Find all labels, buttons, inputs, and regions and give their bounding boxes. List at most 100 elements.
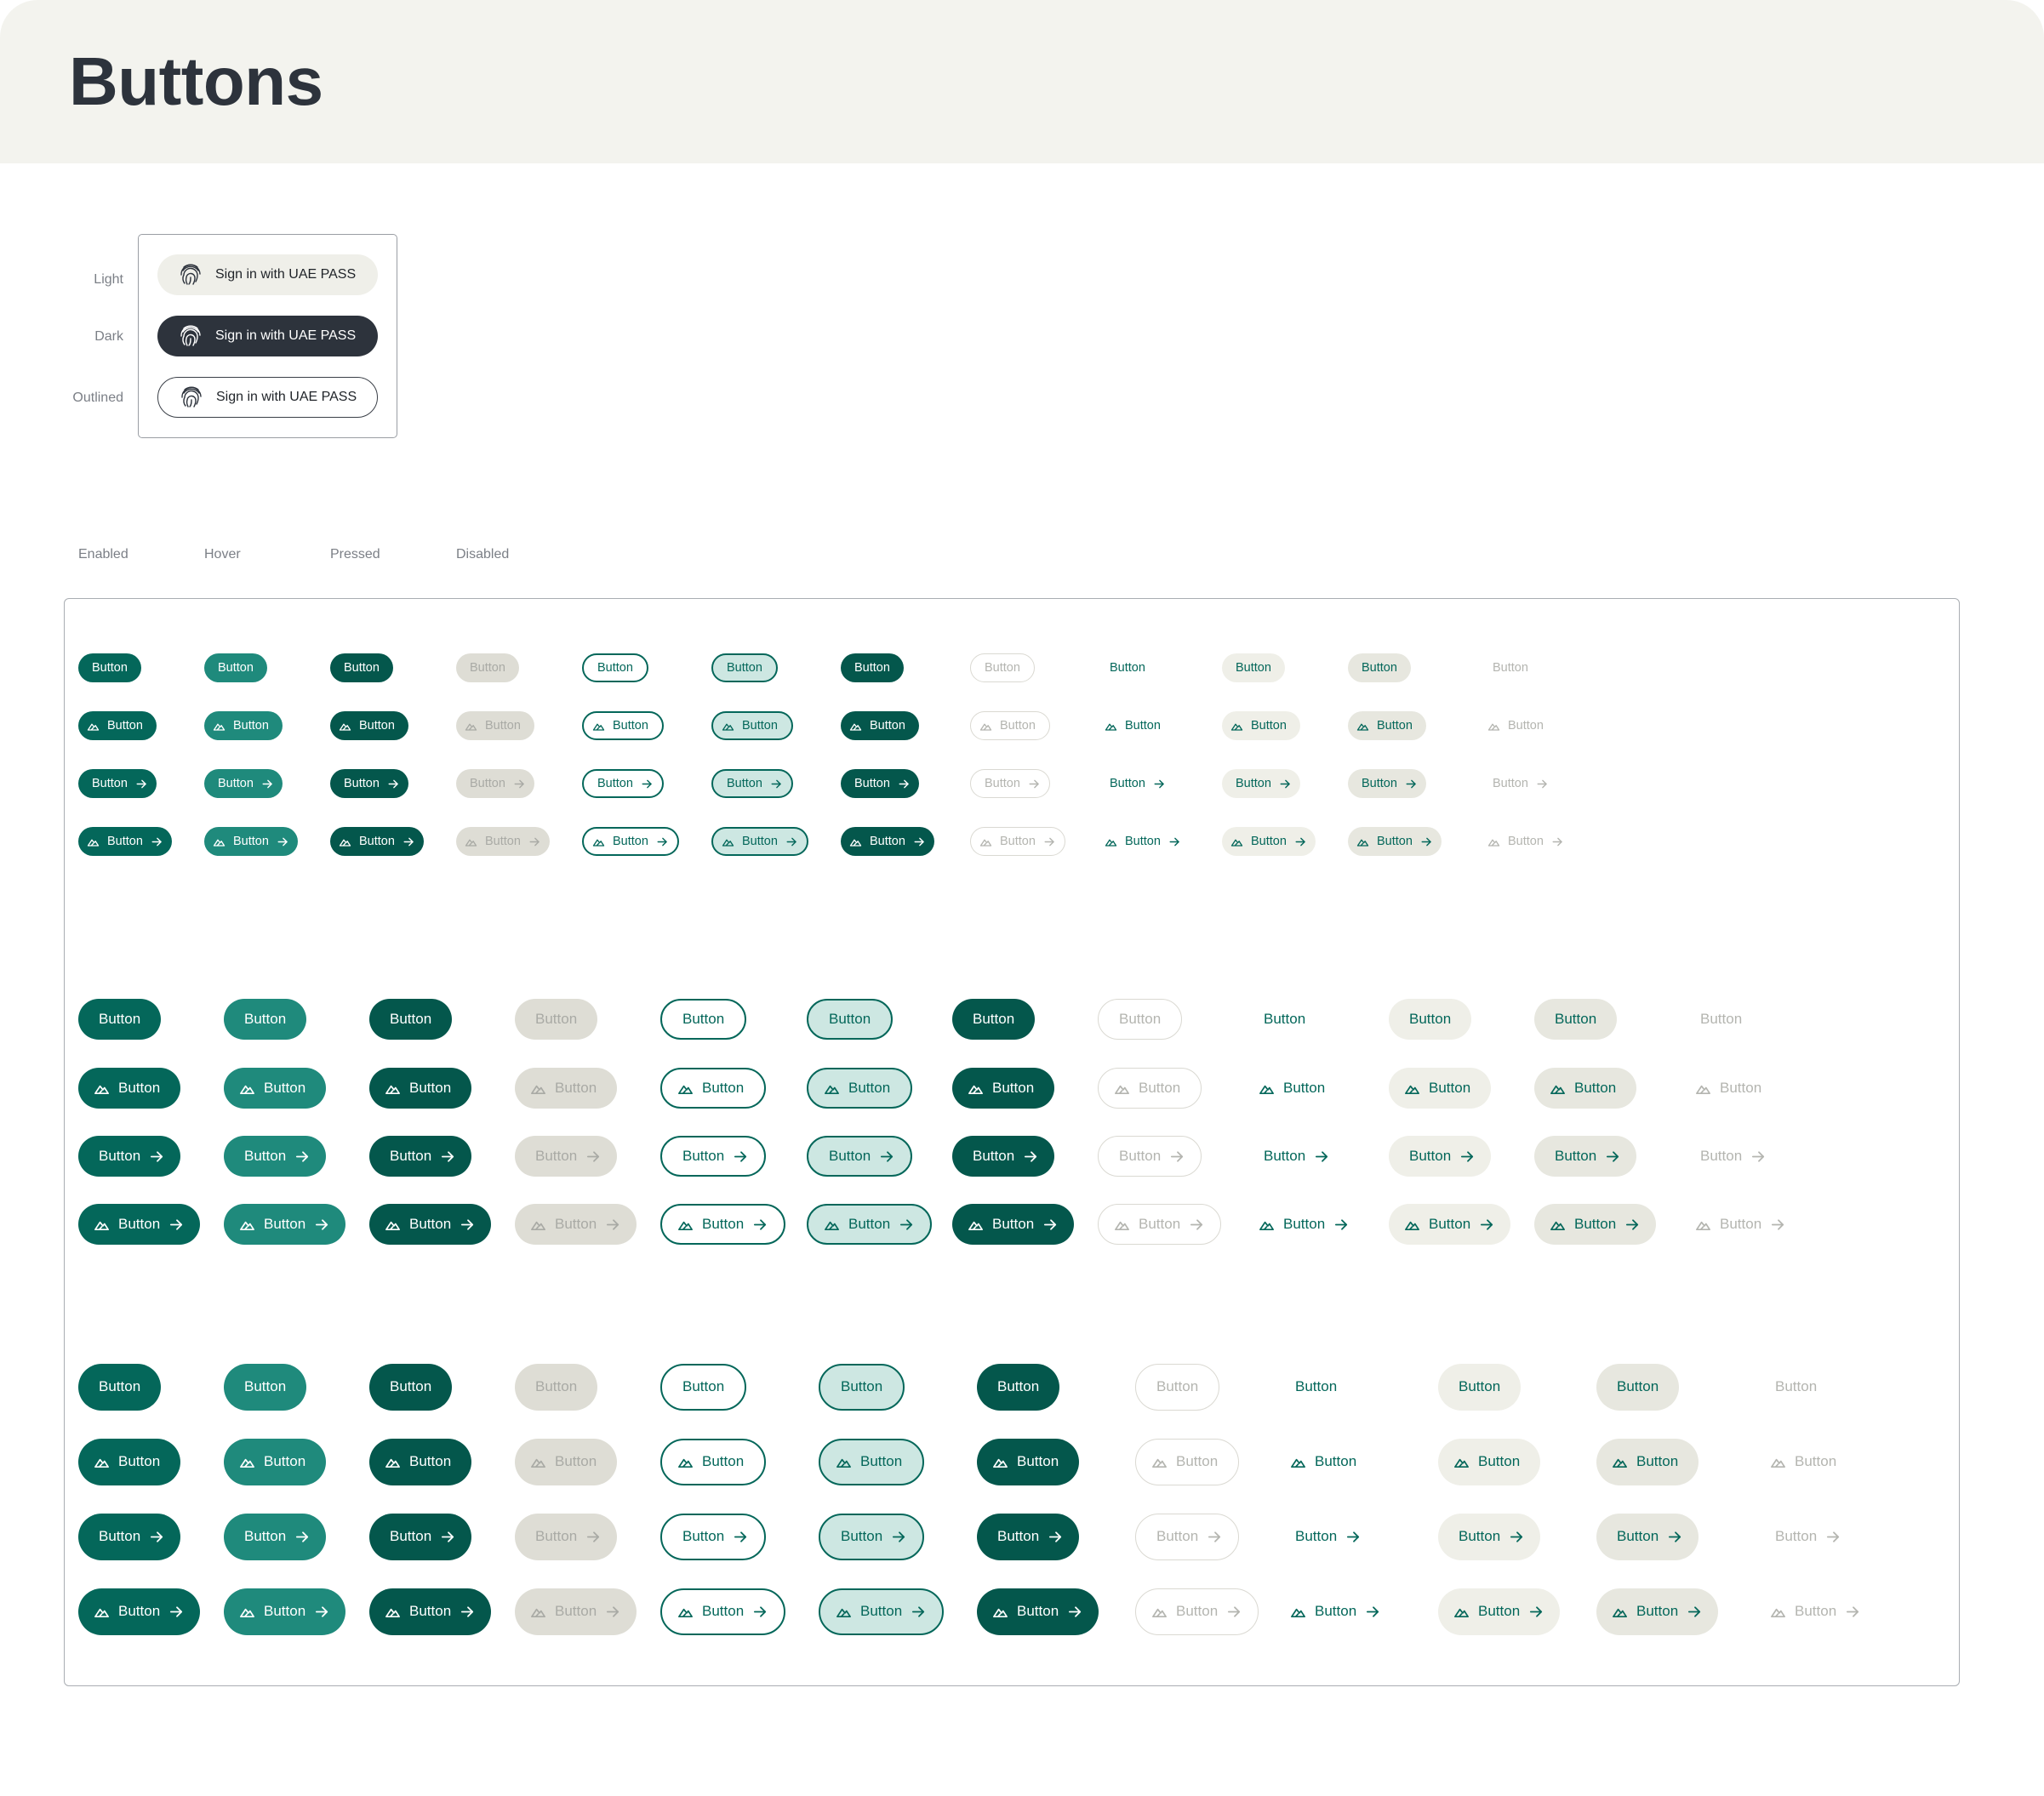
button-text-hover-large-trailing-icon[interactable]: Button bbox=[1438, 1513, 1541, 1560]
button-text-pressed-large-both-icons[interactable]: Button bbox=[1596, 1588, 1719, 1635]
button-outlined-hover-small-leading-icon[interactable]: Button bbox=[711, 711, 793, 740]
button-outlined-pressed-large-leading-icon[interactable]: Button bbox=[977, 1438, 1080, 1485]
button-outlined-pressed-medium-trailing-icon[interactable]: Button bbox=[952, 1136, 1055, 1177]
button-filled-pressed-small-both-icons[interactable]: Button bbox=[330, 827, 424, 856]
button-filled-hover-medium-leading-icon[interactable]: Button bbox=[224, 1068, 327, 1109]
button-filled-enabled-medium-both-icons[interactable]: Button bbox=[78, 1204, 201, 1245]
button-filled-hover-large-leading-icon[interactable]: Button bbox=[224, 1438, 327, 1485]
button-text-hover-medium-leading-icon[interactable]: Button bbox=[1389, 1068, 1492, 1109]
button-text-hover-medium-text-only[interactable]: Button bbox=[1389, 999, 1472, 1040]
button-filled-pressed-medium-both-icons[interactable]: Button bbox=[369, 1204, 492, 1245]
button-filled-hover-medium-trailing-icon[interactable]: Button bbox=[224, 1136, 327, 1177]
button-text-hover-large-both-icons[interactable]: Button bbox=[1438, 1588, 1561, 1635]
button-filled-enabled-small-text-only[interactable]: Button bbox=[78, 653, 141, 682]
button-text-enabled-medium-leading-icon[interactable]: Button bbox=[1243, 1068, 1345, 1109]
button-outlined-hover-small-text-only[interactable]: Button bbox=[711, 653, 778, 682]
button-filled-enabled-medium-leading-icon[interactable]: Button bbox=[78, 1068, 181, 1109]
button-outlined-hover-medium-text-only[interactable]: Button bbox=[807, 999, 894, 1040]
button-outlined-enabled-medium-leading-icon[interactable]: Button bbox=[660, 1068, 767, 1109]
button-text-enabled-medium-both-icons[interactable]: Button bbox=[1243, 1204, 1365, 1245]
button-filled-enabled-large-leading-icon[interactable]: Button bbox=[78, 1438, 181, 1485]
button-text-hover-small-both-icons[interactable]: Button bbox=[1222, 827, 1316, 856]
button-text-enabled-small-both-icons[interactable]: Button bbox=[1096, 827, 1190, 856]
button-outlined-hover-large-leading-icon[interactable]: Button bbox=[819, 1438, 925, 1485]
button-text-hover-medium-trailing-icon[interactable]: Button bbox=[1389, 1136, 1492, 1177]
button-filled-pressed-medium-leading-icon[interactable]: Button bbox=[369, 1068, 472, 1109]
button-outlined-pressed-medium-text-only[interactable]: Button bbox=[952, 999, 1036, 1040]
button-outlined-hover-large-text-only[interactable]: Button bbox=[819, 1363, 905, 1411]
button-text-enabled-medium-text-only[interactable]: Button bbox=[1243, 999, 1326, 1040]
button-filled-hover-small-trailing-icon[interactable]: Button bbox=[204, 769, 283, 798]
button-outlined-pressed-small-text-only[interactable]: Button bbox=[841, 653, 904, 682]
button-text-enabled-small-leading-icon[interactable]: Button bbox=[1096, 711, 1174, 740]
button-filled-enabled-large-text-only[interactable]: Button bbox=[78, 1363, 162, 1411]
button-filled-enabled-small-leading-icon[interactable]: Button bbox=[78, 711, 157, 740]
button-outlined-pressed-medium-both-icons[interactable]: Button bbox=[952, 1204, 1075, 1245]
button-text-hover-large-text-only[interactable]: Button bbox=[1438, 1363, 1522, 1411]
button-outlined-enabled-large-both-icons[interactable]: Button bbox=[660, 1588, 786, 1635]
button-text-pressed-medium-text-only[interactable]: Button bbox=[1534, 999, 1618, 1040]
button-outlined-enabled-small-leading-icon[interactable]: Button bbox=[582, 711, 664, 740]
button-text-pressed-small-text-only[interactable]: Button bbox=[1348, 653, 1411, 682]
button-filled-enabled-large-both-icons[interactable]: Button bbox=[78, 1588, 201, 1635]
button-filled-enabled-large-trailing-icon[interactable]: Button bbox=[78, 1513, 181, 1560]
button-text-hover-small-leading-icon[interactable]: Button bbox=[1222, 711, 1300, 740]
button-outlined-enabled-large-leading-icon[interactable]: Button bbox=[660, 1438, 767, 1485]
button-outlined-hover-medium-trailing-icon[interactable]: Button bbox=[807, 1136, 913, 1177]
button-text-pressed-medium-trailing-icon[interactable]: Button bbox=[1534, 1136, 1637, 1177]
button-outlined-pressed-large-both-icons[interactable]: Button bbox=[977, 1588, 1099, 1635]
button-filled-pressed-medium-trailing-icon[interactable]: Button bbox=[369, 1136, 472, 1177]
button-text-pressed-medium-both-icons[interactable]: Button bbox=[1534, 1204, 1657, 1245]
button-filled-hover-small-text-only[interactable]: Button bbox=[204, 653, 267, 682]
button-outlined-enabled-small-trailing-icon[interactable]: Button bbox=[582, 769, 664, 798]
button-text-hover-small-trailing-icon[interactable]: Button bbox=[1222, 769, 1300, 798]
button-outlined-enabled-large-text-only[interactable]: Button bbox=[660, 1363, 747, 1411]
button-filled-pressed-large-leading-icon[interactable]: Button bbox=[369, 1438, 472, 1485]
button-outlined-hover-large-trailing-icon[interactable]: Button bbox=[819, 1513, 925, 1560]
button-text-enabled-small-text-only[interactable]: Button bbox=[1096, 653, 1159, 682]
button-text-enabled-large-text-only[interactable]: Button bbox=[1275, 1364, 1357, 1411]
button-filled-hover-small-leading-icon[interactable]: Button bbox=[204, 711, 283, 740]
button-outlined-enabled-small-text-only[interactable]: Button bbox=[582, 653, 648, 682]
button-filled-pressed-small-trailing-icon[interactable]: Button bbox=[330, 769, 408, 798]
button-outlined-hover-small-both-icons[interactable]: Button bbox=[711, 827, 808, 856]
button-filled-enabled-medium-text-only[interactable]: Button bbox=[78, 999, 162, 1040]
button-filled-pressed-small-text-only[interactable]: Button bbox=[330, 653, 393, 682]
button-filled-pressed-medium-text-only[interactable]: Button bbox=[369, 999, 453, 1040]
button-filled-hover-medium-both-icons[interactable]: Button bbox=[224, 1204, 346, 1245]
button-text-enabled-large-both-icons[interactable]: Button bbox=[1275, 1588, 1396, 1635]
button-outlined-pressed-large-trailing-icon[interactable]: Button bbox=[977, 1513, 1080, 1560]
button-outlined-enabled-large-trailing-icon[interactable]: Button bbox=[660, 1513, 767, 1560]
button-outlined-enabled-medium-trailing-icon[interactable]: Button bbox=[660, 1136, 767, 1177]
button-text-enabled-large-leading-icon[interactable]: Button bbox=[1275, 1439, 1377, 1485]
button-filled-enabled-medium-trailing-icon[interactable]: Button bbox=[78, 1136, 181, 1177]
button-text-pressed-medium-leading-icon[interactable]: Button bbox=[1534, 1068, 1637, 1109]
button-filled-pressed-large-both-icons[interactable]: Button bbox=[369, 1588, 492, 1635]
button-text-hover-large-leading-icon[interactable]: Button bbox=[1438, 1438, 1541, 1485]
button-filled-enabled-small-both-icons[interactable]: Button bbox=[78, 827, 172, 856]
button-filled-hover-medium-text-only[interactable]: Button bbox=[224, 999, 307, 1040]
button-outlined-pressed-medium-leading-icon[interactable]: Button bbox=[952, 1068, 1055, 1109]
button-outlined-pressed-small-both-icons[interactable]: Button bbox=[841, 827, 934, 856]
uae-pass-button-light[interactable]: Sign in with UAE PASS bbox=[157, 254, 378, 295]
button-outlined-pressed-large-text-only[interactable]: Button bbox=[977, 1363, 1060, 1411]
button-filled-pressed-small-leading-icon[interactable]: Button bbox=[330, 711, 408, 740]
button-text-hover-small-text-only[interactable]: Button bbox=[1222, 653, 1285, 682]
button-text-pressed-large-leading-icon[interactable]: Button bbox=[1596, 1438, 1699, 1485]
button-outlined-enabled-medium-text-only[interactable]: Button bbox=[660, 999, 747, 1040]
uae-pass-button-dark[interactable]: Sign in with UAE PASS bbox=[157, 316, 378, 356]
button-text-pressed-small-trailing-icon[interactable]: Button bbox=[1348, 769, 1426, 798]
button-text-pressed-large-trailing-icon[interactable]: Button bbox=[1596, 1513, 1699, 1560]
button-filled-enabled-small-trailing-icon[interactable]: Button bbox=[78, 769, 157, 798]
button-outlined-pressed-small-trailing-icon[interactable]: Button bbox=[841, 769, 919, 798]
button-filled-pressed-large-trailing-icon[interactable]: Button bbox=[369, 1513, 472, 1560]
button-outlined-hover-small-trailing-icon[interactable]: Button bbox=[711, 769, 793, 798]
button-filled-pressed-large-text-only[interactable]: Button bbox=[369, 1363, 453, 1411]
button-text-hover-medium-both-icons[interactable]: Button bbox=[1389, 1204, 1511, 1245]
button-text-enabled-medium-trailing-icon[interactable]: Button bbox=[1243, 1136, 1345, 1177]
button-outlined-enabled-small-both-icons[interactable]: Button bbox=[582, 827, 679, 856]
button-outlined-enabled-medium-both-icons[interactable]: Button bbox=[660, 1204, 786, 1245]
button-filled-hover-large-trailing-icon[interactable]: Button bbox=[224, 1513, 327, 1560]
button-filled-hover-large-both-icons[interactable]: Button bbox=[224, 1588, 346, 1635]
button-text-pressed-large-text-only[interactable]: Button bbox=[1596, 1363, 1680, 1411]
